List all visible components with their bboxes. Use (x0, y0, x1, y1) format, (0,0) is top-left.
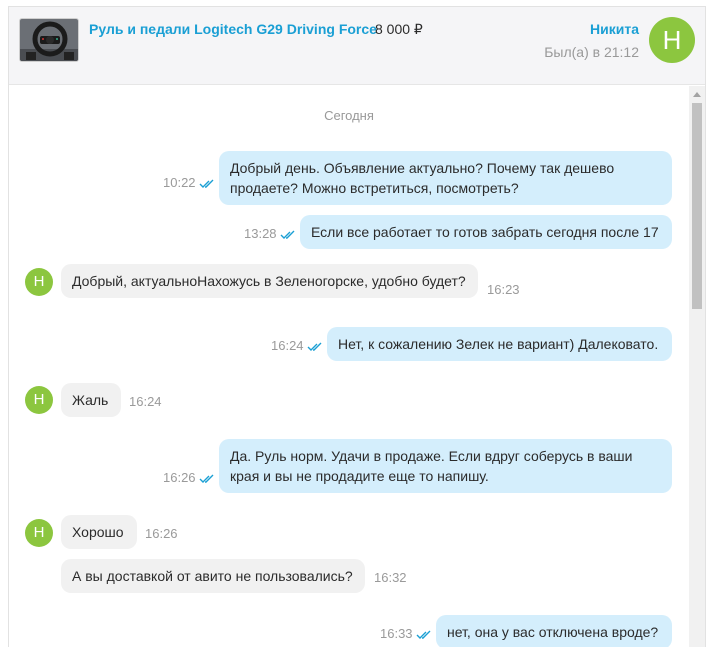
message-time-text: 13:28 (244, 226, 277, 241)
message-time: 16:32 (374, 570, 407, 585)
chat-header: Руль и педали Logitech G29 Driving Force… (9, 7, 705, 85)
read-check-icon (307, 342, 322, 351)
message-list: Сегодня 10:22 Добрый день. Объявление ак… (9, 86, 689, 647)
message-bubble-incoming[interactable]: Жаль (61, 383, 121, 417)
message-time: 16:24 (129, 394, 162, 409)
user-last-seen: Был(а) в 21:12 (544, 44, 639, 60)
message-time: 10:22 (163, 175, 215, 190)
sender-avatar[interactable]: Н (25, 386, 53, 414)
scroll-up-arrow-icon[interactable] (693, 92, 701, 97)
sender-avatar[interactable]: Н (25, 519, 53, 547)
message-time: 16:23 (487, 282, 520, 297)
user-name-link[interactable]: Никита (590, 21, 639, 37)
read-check-icon (416, 630, 431, 639)
ad-title-link[interactable]: Руль и педали Logitech G29 Driving Force (89, 21, 377, 37)
message-time: 16:33 (380, 626, 432, 641)
ad-price: 8 000 ₽ (375, 21, 423, 37)
steering-wheel-photo-icon (20, 19, 78, 61)
message-bubble-outgoing[interactable]: Нет, к сожалению Зелек не вариант) Далек… (327, 327, 672, 361)
sender-avatar[interactable]: Н (25, 268, 53, 296)
message-bubble-incoming[interactable]: Хорошо (61, 515, 137, 549)
message-bubble-outgoing[interactable]: Если все работает то готов забрать сегод… (300, 215, 672, 249)
message-time: 16:26 (145, 526, 178, 541)
chat-window: Руль и педали Logitech G29 Driving Force… (8, 6, 706, 647)
message-time: 16:24 (271, 338, 323, 353)
message-time-text: 10:22 (163, 175, 196, 190)
chat-scrollbar[interactable] (689, 86, 705, 647)
message-bubble-incoming[interactable]: А вы доставкой от авито не пользовались? (61, 559, 365, 593)
ad-thumbnail[interactable] (19, 18, 79, 62)
read-check-icon (199, 474, 214, 483)
message-time-text: 16:33 (380, 626, 413, 641)
message-time: 13:28 (244, 226, 296, 241)
message-time: 16:26 (163, 470, 215, 485)
read-check-icon (280, 230, 295, 239)
date-separator: Сегодня (324, 108, 374, 123)
message-bubble-outgoing[interactable]: Да. Руль норм. Удачи в продаже. Если вдр… (219, 439, 672, 493)
message-time-text: 16:24 (271, 338, 304, 353)
message-bubble-incoming[interactable]: Добрый, актуальноНахожусь в Зеленогорске… (61, 264, 478, 298)
user-avatar[interactable]: Н (649, 17, 695, 63)
message-time-text: 16:26 (163, 470, 196, 485)
read-check-icon (199, 179, 214, 188)
scrollbar-thumb[interactable] (692, 103, 702, 309)
message-bubble-outgoing[interactable]: Добрый день. Объявление актуально? Почем… (219, 151, 672, 205)
message-bubble-outgoing[interactable]: нет, она у вас отключена вроде? (436, 615, 672, 647)
